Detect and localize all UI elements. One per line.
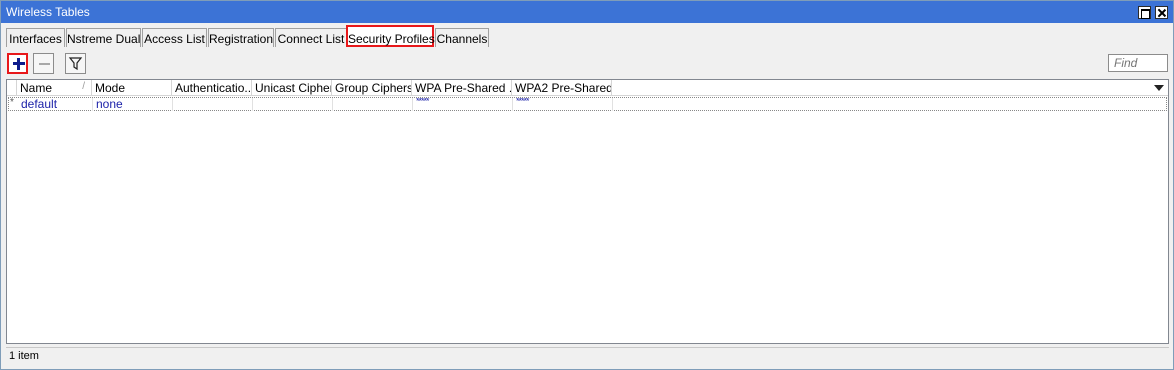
cell-mode: none (93, 98, 173, 111)
masked-value: ***** (516, 98, 529, 106)
find-input[interactable] (1108, 54, 1168, 72)
column-header-wpa2-psk[interactable]: WPA2 Pre-Shared... (512, 80, 612, 96)
tab-nstreme-dual[interactable]: Nstreme Dual (66, 28, 141, 47)
cell-wpa-psk: ***** (413, 98, 513, 111)
add-button[interactable] (7, 53, 28, 74)
wireless-tables-window: Wireless Tables Interfaces Nstreme Dual … (0, 0, 1174, 370)
cell-authentication (173, 98, 253, 111)
column-header-unicast-ciphers[interactable]: Unicast Ciphers (252, 80, 332, 96)
tab-interfaces[interactable]: Interfaces (6, 28, 65, 47)
column-header-mode[interactable]: Mode (92, 80, 172, 96)
cell-unicast-ciphers (253, 98, 333, 111)
cell-name: default (18, 98, 93, 111)
item-count: 1 item (9, 350, 39, 362)
window-title: Wireless Tables (6, 5, 90, 19)
column-chooser-icon[interactable] (1154, 85, 1164, 91)
remove-button[interactable] (33, 53, 54, 74)
cell-group-ciphers (333, 98, 413, 111)
filter-button[interactable] (65, 53, 86, 74)
maximize-icon[interactable] (1138, 6, 1151, 19)
table-row[interactable]: * default none ***** ***** (8, 97, 1167, 111)
status-bar: 1 item (6, 347, 1169, 365)
column-header-authentication[interactable]: Authenticatio... (172, 80, 252, 96)
tab-registration[interactable]: Registration (208, 28, 274, 47)
close-icon[interactable] (1155, 6, 1168, 19)
title-bar[interactable]: Wireless Tables (1, 1, 1173, 23)
security-profiles-table: Name / Mode Authenticatio... Unicast Cip… (6, 79, 1169, 344)
tab-connect-list[interactable]: Connect List (275, 28, 347, 47)
minus-icon (39, 63, 50, 65)
sort-indicator-icon: / (82, 81, 85, 92)
column-header-group-ciphers[interactable]: Group Ciphers (332, 80, 412, 96)
column-header-name[interactable]: Name / (17, 80, 92, 96)
filter-icon (68, 57, 83, 71)
toolbar (6, 53, 1168, 75)
masked-value: ***** (416, 98, 429, 106)
tab-security-profiles[interactable]: Security Profiles (346, 25, 435, 47)
row-marker: * (10, 97, 14, 108)
tab-channels[interactable]: Channels (435, 28, 489, 47)
table-header: Name / Mode Authenticatio... Unicast Cip… (7, 80, 1168, 96)
column-header-wpa-psk[interactable]: WPA Pre-Shared ... (412, 80, 512, 96)
column-header-label: Name (20, 81, 53, 95)
plus-icon (13, 58, 25, 70)
tab-access-list[interactable]: Access List (142, 28, 207, 47)
header-marker-column (7, 80, 17, 96)
cell-wpa2-psk: ***** (513, 98, 613, 111)
